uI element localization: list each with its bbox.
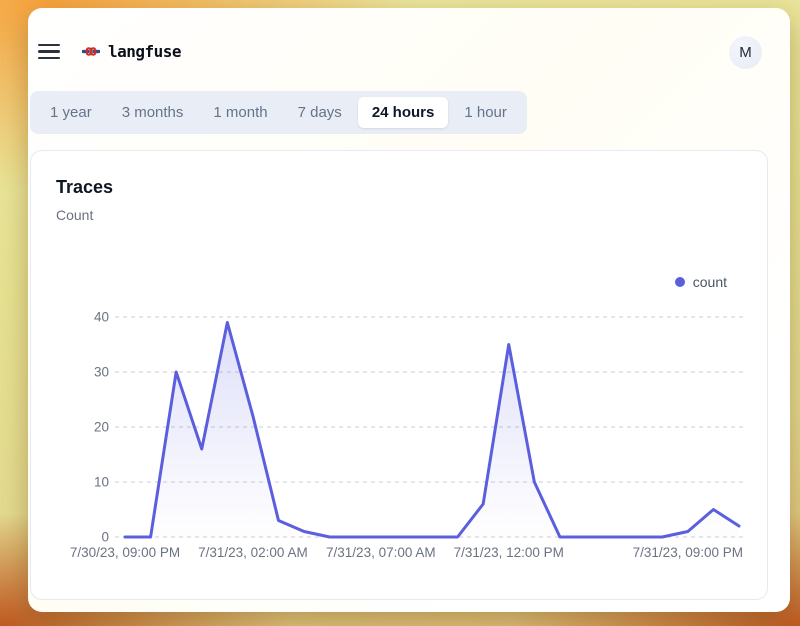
knot-logo-icon (82, 44, 100, 59)
app-wordmark: langfuse (108, 42, 181, 61)
user-avatar[interactable]: M (729, 36, 762, 69)
tab-1-hour[interactable]: 1 hour (450, 97, 521, 128)
tab-1-year[interactable]: 1 year (36, 97, 106, 128)
top-navigation-bar: langfuse M (28, 8, 790, 72)
menu-icon[interactable] (38, 43, 60, 60)
x-tick-label: 7/31/23, 12:00 PM (454, 545, 564, 560)
x-tick-label: 7/31/23, 02:00 AM (198, 545, 308, 560)
x-tick-label: 7/31/23, 07:00 AM (326, 545, 436, 560)
y-tick-label-10: 10 (94, 475, 109, 490)
y-tick-label-40: 40 (94, 310, 109, 325)
chart-legend: count (675, 274, 727, 290)
date-range-tabbar: 1 year 3 months 1 month 7 days 24 hours … (30, 91, 527, 134)
x-tick-label: 7/31/23, 09:00 PM (633, 545, 743, 560)
traces-area-chart[interactable]: 0 10 20 30 40 7/30/23, 09:00 PM 7/31/23, 02:00… (55, 297, 747, 569)
tab-7-days[interactable]: 7 days (284, 97, 356, 128)
legend-dot-icon (675, 277, 685, 287)
x-tick-label: 7/30/23, 09:00 PM (70, 545, 180, 560)
desktop-background: langfuse M 1 year 3 months 1 month 7 day… (0, 0, 800, 626)
app-window: langfuse M 1 year 3 months 1 month 7 day… (28, 8, 790, 612)
card-title: Traces (56, 177, 113, 198)
card-subtitle: Count (56, 207, 93, 223)
series-area-count (125, 323, 739, 538)
y-tick-label-20: 20 (94, 420, 109, 435)
y-tick-label-0: 0 (101, 530, 109, 545)
traces-chart-card: Traces Count count 0 10 20 30 40 7/30/23, 09:… (30, 150, 768, 600)
tab-24-hours[interactable]: 24 hours (358, 97, 449, 128)
legend-label: count (693, 274, 727, 290)
y-tick-label-30: 30 (94, 365, 109, 380)
app-logo: langfuse (82, 42, 181, 61)
tab-3-months[interactable]: 3 months (108, 97, 198, 128)
tab-1-month[interactable]: 1 month (199, 97, 281, 128)
